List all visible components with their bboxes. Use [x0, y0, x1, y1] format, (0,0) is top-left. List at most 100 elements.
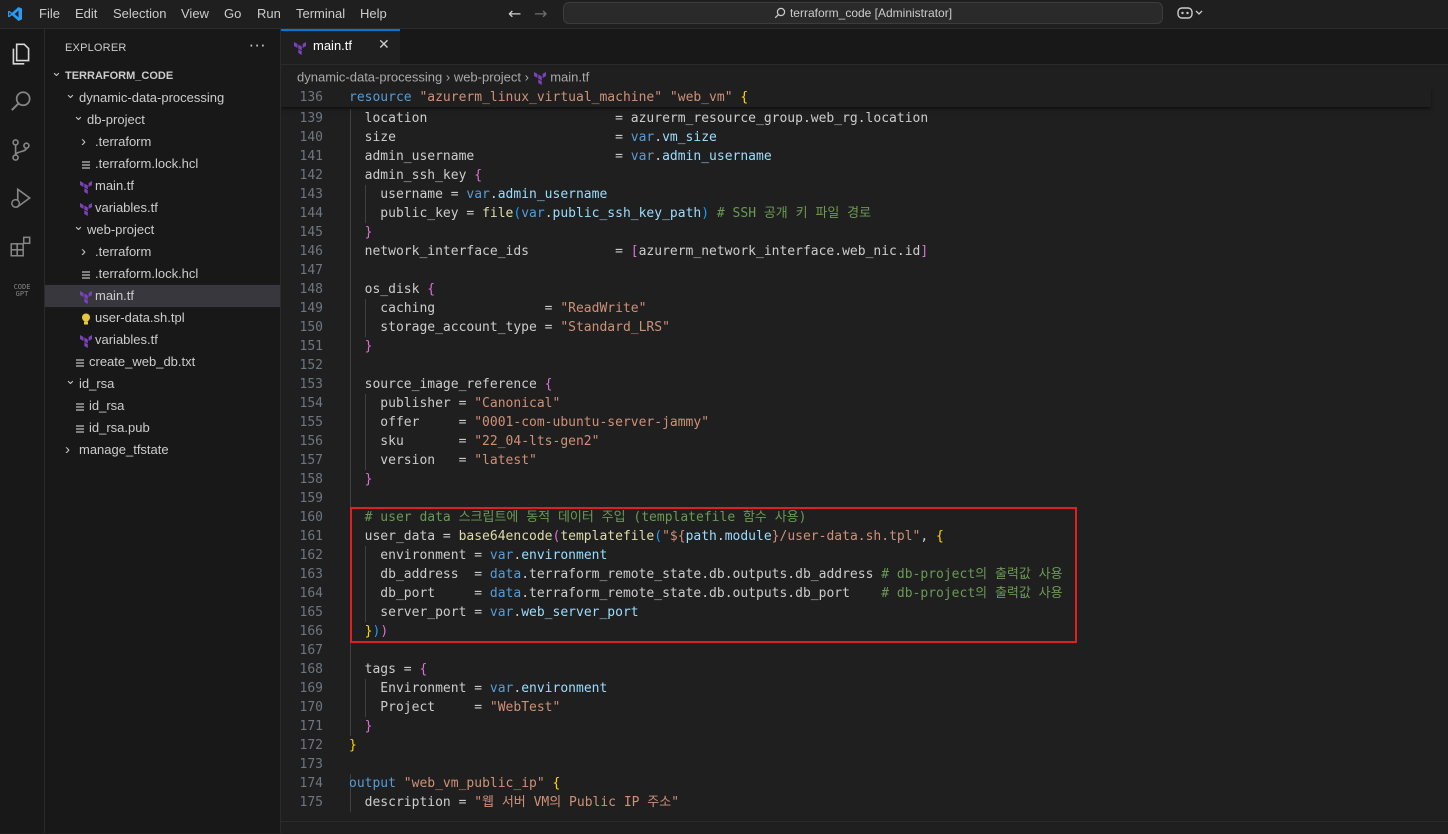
- code-line[interactable]: 155 offer = "0001-com-ubuntu-server-jamm…: [281, 413, 1431, 432]
- code-line[interactable]: 168 tags = {: [281, 660, 1431, 679]
- tree-folder[interactable]: › .terraform: [45, 241, 280, 263]
- menu-edit[interactable]: Edit: [75, 0, 97, 28]
- code-line[interactable]: 151 }: [281, 337, 1431, 356]
- menu-selection[interactable]: Selection: [113, 0, 166, 28]
- code-line[interactable]: 145 }: [281, 223, 1431, 242]
- line-number: 157: [299, 453, 323, 468]
- code-line[interactable]: 157 version = "latest": [281, 451, 1431, 470]
- code-line[interactable]: 175 description = "웹 서버 VM의 Public IP 주소…: [281, 793, 1431, 812]
- line-number: 154: [299, 396, 323, 411]
- back-arrow-icon[interactable]: ←: [508, 4, 521, 24]
- code-line[interactable]: 161 user_data = base64encode(templatefil…: [281, 527, 1431, 546]
- more-actions-icon[interactable]: ···: [249, 37, 266, 55]
- vscode-logo-icon[interactable]: [7, 6, 23, 22]
- tree-folder[interactable]: › .terraform: [45, 131, 280, 153]
- copilot-icon[interactable]: [1176, 5, 1204, 21]
- line-number: 175: [299, 795, 323, 810]
- code-line[interactable]: 164 db_port = data.terraform_remote_stat…: [281, 584, 1431, 603]
- tree-folder[interactable]: ⌄ web-project: [45, 218, 280, 241]
- code-line[interactable]: 156 sku = "22_04-lts-gen2": [281, 432, 1431, 451]
- extensions-icon[interactable]: [8, 233, 34, 259]
- code-line[interactable]: 142 admin_ssh_key {: [281, 166, 1431, 185]
- menu-run[interactable]: Run: [257, 0, 281, 28]
- line-number: 136: [299, 90, 323, 105]
- line-number: 144: [299, 206, 323, 221]
- code-text: user_data = base64encode(templatefile("$…: [349, 529, 944, 544]
- code-text: environment = var.environment: [349, 548, 608, 563]
- code-line[interactable]: 160 # user data 스크립트에 동적 데이터 주입 (templat…: [281, 508, 1431, 527]
- code-line[interactable]: 158 }: [281, 470, 1431, 489]
- sticky-scroll-line[interactable]: 136 resource "azurerm_linux_virtual_machi…: [281, 88, 1431, 107]
- breadcrumb-item-file[interactable]: main.tf: [550, 70, 589, 85]
- code-line[interactable]: 166 })): [281, 622, 1431, 641]
- code-line[interactable]: 141 admin_username = var.admin_username: [281, 147, 1431, 166]
- tree-file[interactable]: create_web_db.txt: [45, 351, 280, 373]
- code-line[interactable]: 148 os_disk {: [281, 280, 1431, 299]
- code-line[interactable]: 159: [281, 489, 1431, 508]
- code-line[interactable]: 169 Environment = var.environment: [281, 679, 1431, 698]
- tree-folder[interactable]: ⌄ id_rsa: [45, 372, 280, 395]
- code-line[interactable]: 139 location = azurerm_resource_group.we…: [281, 109, 1431, 128]
- code-line[interactable]: 172}: [281, 736, 1431, 755]
- forward-arrow-icon[interactable]: →: [534, 4, 547, 24]
- code-line[interactable]: 154 publisher = "Canonical": [281, 394, 1431, 413]
- explorer-icon[interactable]: [8, 41, 34, 67]
- code-line[interactable]: 162 environment = var.environment: [281, 546, 1431, 565]
- tree-file[interactable]: .terraform.lock.hcl: [45, 263, 280, 285]
- code-line[interactable]: 167: [281, 641, 1431, 660]
- tree-item-label: TERRAFORM_CODE: [65, 70, 174, 82]
- code-line[interactable]: 152: [281, 356, 1431, 375]
- menu-terminal[interactable]: Terminal: [296, 0, 345, 28]
- tree-file[interactable]: .terraform.lock.hcl: [45, 153, 280, 175]
- code-line[interactable]: 149 caching = "ReadWrite": [281, 299, 1431, 318]
- menu-go[interactable]: Go: [224, 0, 241, 28]
- tree-folder[interactable]: ⌄ db-project: [45, 108, 280, 131]
- line-number: 150: [299, 320, 323, 335]
- code-line[interactable]: 146 network_interface_ids = [azurerm_net…: [281, 242, 1431, 261]
- tree-file[interactable]: id_rsa.pub: [45, 417, 280, 439]
- code-text: source_image_reference {: [349, 377, 553, 392]
- code-line[interactable]: 173: [281, 755, 1431, 774]
- code-line[interactable]: 174 output "web_vm_public_ip" {: [281, 774, 1431, 793]
- code-line[interactable]: 140 size = var.vm_size: [281, 128, 1431, 147]
- tree-file[interactable]: main.tf: [45, 175, 280, 197]
- code-text: username = var.admin_username: [349, 187, 608, 202]
- close-icon[interactable]: ✕: [378, 37, 390, 53]
- code-text: }: [364, 472, 373, 487]
- code-line[interactable]: 150 storage_account_type = "Standard_LRS…: [281, 318, 1431, 337]
- tree-file[interactable]: id_rsa: [45, 395, 280, 417]
- tab-main-tf[interactable]: main.tf ✕: [281, 29, 400, 64]
- tree-file[interactable]: user-data.sh.tpl: [45, 307, 280, 329]
- code-line[interactable]: 143 username = var.admin_username: [281, 185, 1431, 204]
- code-line[interactable]: 153 source_image_reference {: [281, 375, 1431, 394]
- search-icon[interactable]: [8, 89, 34, 115]
- tree-folder[interactable]: › manage_tfstate: [45, 439, 280, 461]
- menu-file[interactable]: File: [39, 0, 60, 28]
- code-line[interactable]: 147: [281, 261, 1431, 280]
- codegpt-icon[interactable]: CODE GPT: [8, 284, 36, 298]
- menu-help[interactable]: Help: [360, 0, 387, 28]
- horizontal-scrollbar[interactable]: [281, 821, 1448, 834]
- terraform-icon: [294, 42, 306, 55]
- line-number: 162: [299, 548, 323, 563]
- run-debug-icon[interactable]: [8, 185, 34, 211]
- menu-view[interactable]: View: [181, 0, 209, 28]
- code-editor[interactable]: 136 resource "azurerm_linux_virtual_machi…: [281, 88, 1448, 821]
- code-line[interactable]: 170 Project = "WebTest": [281, 698, 1431, 717]
- tree-file[interactable]: main.tf: [45, 285, 280, 307]
- lightbulb-icon: [79, 311, 93, 325]
- code-text: storage_account_type = "Standard_LRS": [349, 320, 670, 335]
- tree-root-folder[interactable]: ⌄ TERRAFORM_CODE: [45, 64, 280, 87]
- code-line[interactable]: 163 db_address = data.terraform_remote_s…: [281, 565, 1431, 584]
- chevron-down-icon: ⌄: [73, 108, 84, 123]
- code-line[interactable]: 144 public_key = file(var.public_ssh_key…: [281, 204, 1431, 223]
- command-center-search[interactable]: terraform_code [Administrator]: [563, 2, 1163, 24]
- tab-bar: main.tf ✕: [281, 29, 1448, 65]
- line-number: 174: [299, 776, 323, 791]
- tree-file[interactable]: variables.tf: [45, 329, 280, 351]
- code-line[interactable]: 171 }: [281, 717, 1431, 736]
- breadcrumb-item-folder[interactable]: dynamic-data-processing: [297, 70, 442, 85]
- source-control-icon[interactable]: [8, 137, 34, 163]
- breadcrumb-item-subfolder[interactable]: web-project: [454, 70, 521, 85]
- code-line[interactable]: 165 server_port = var.web_server_port: [281, 603, 1431, 622]
